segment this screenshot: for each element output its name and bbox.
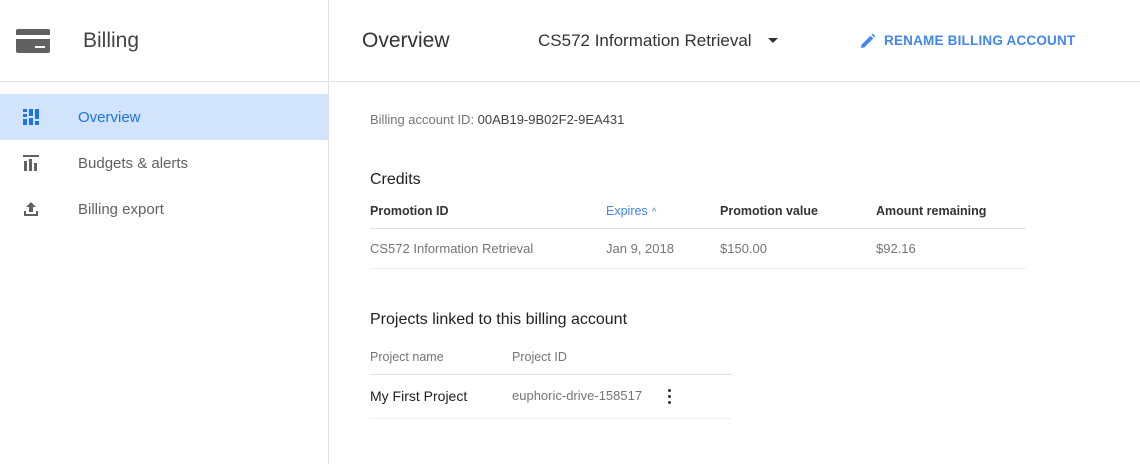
header: Overview CS572 Information Retrieval REN… [330, 0, 1140, 82]
project-id-value: euphoric-drive-158517 [512, 387, 643, 403]
projects-header-row: Project name Project ID [370, 340, 732, 375]
billing-account-selector[interactable]: CS572 Information Retrieval [538, 31, 778, 51]
credit-card-icon [16, 28, 50, 53]
project-name-cell: My First Project [370, 374, 512, 419]
linked-projects-title: Projects linked to this billing account [370, 311, 628, 328]
sort-ascending-icon: ^ [651, 206, 657, 218]
billing-account-name: CS572 Information Retrieval [538, 30, 752, 50]
bar-chart-icon [22, 154, 40, 172]
sidebar-title: Billing [83, 28, 140, 52]
credits-header-row: Promotion ID Expires ^ Promotion value Am… [370, 194, 1026, 229]
sidebar-item-overview[interactable]: Overview [0, 94, 328, 140]
overview-icon [22, 108, 40, 126]
sidebar-item-billing-export[interactable]: Billing export [0, 186, 328, 232]
column-header-expires[interactable]: Expires ^ [606, 194, 720, 229]
sidebar: Billing Overview Budgets & alerts Billin… [0, 0, 329, 464]
sidebar-item-label: Budgets & alerts [78, 154, 189, 172]
expires-cell: Jan 9, 2018 [606, 228, 720, 269]
column-header-project-name: Project name [370, 340, 512, 375]
billing-account-id-value: 00AB19-9B02F2-9EA431 [477, 112, 625, 127]
sidebar-nav: Overview Budgets & alerts Billing export [0, 94, 328, 232]
rename-button-label: RENAME BILLING ACCOUNT [884, 33, 1076, 48]
column-header-project-id: Project ID [512, 340, 732, 375]
column-header-expires-label: Expires [606, 203, 648, 218]
column-header-promotion-value[interactable]: Promotion value [720, 194, 876, 229]
sidebar-item-label: Overview [78, 108, 141, 126]
sidebar-item-label: Billing export [78, 200, 164, 218]
project-id-cell: euphoric-drive-158517 [512, 374, 732, 419]
promotion-id-cell: CS572 Information Retrieval [370, 228, 606, 269]
amount-remaining-cell: $92.16 [876, 228, 1026, 269]
billing-account-id-label: Billing account ID: [370, 112, 478, 127]
promotion-value-cell: $150.00 [720, 228, 876, 269]
projects-table: Project name Project ID My First Project… [370, 340, 732, 419]
credits-title: Credits [370, 171, 421, 188]
table-row: My First Project euphoric-drive-158517 [370, 374, 732, 419]
upload-icon [22, 200, 40, 218]
table-row: CS572 Information Retrieval Jan 9, 2018 … [370, 228, 1026, 269]
column-header-amount-remaining[interactable]: Amount remaining [876, 194, 1026, 229]
more-vert-icon[interactable] [667, 389, 671, 405]
pencil-icon [861, 33, 876, 48]
billing-account-id: Billing account ID: 00AB19-9B02F2-9EA431 [370, 112, 624, 127]
page-title: Overview [362, 28, 450, 52]
sidebar-header: Billing [0, 0, 328, 82]
rename-billing-account-button[interactable]: RENAME BILLING ACCOUNT [860, 33, 1075, 49]
sidebar-item-budgets[interactable]: Budgets & alerts [0, 140, 328, 186]
credits-table: Promotion ID Expires ^ Promotion value Am… [370, 194, 1026, 269]
column-header-promotion-id[interactable]: Promotion ID [370, 194, 606, 229]
caret-down-icon [767, 38, 778, 43]
